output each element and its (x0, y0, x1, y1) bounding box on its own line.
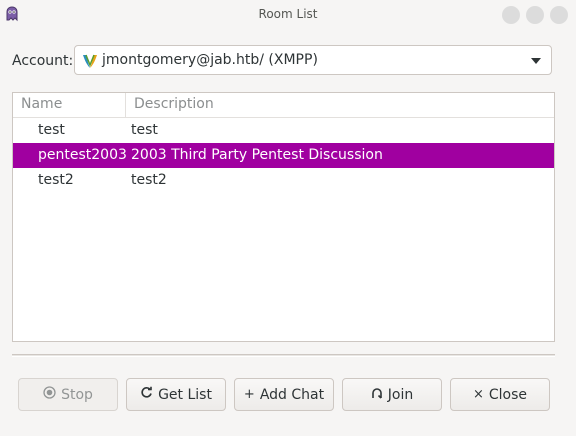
xmpp-icon (83, 54, 97, 68)
account-value: jmontgomery@jab.htb/ (XMPP) (102, 52, 318, 68)
window-close-button[interactable] (550, 6, 568, 24)
room-name: test (38, 122, 65, 138)
room-description: test (131, 122, 158, 138)
room-row[interactable]: test test (13, 118, 554, 143)
account-select[interactable]: jmontgomery@jab.htb/ (XMPP) (74, 45, 552, 75)
room-list[interactable]: Name Description test test pentest2003 2… (12, 92, 555, 342)
add-chat-button[interactable]: + Add Chat (234, 378, 334, 411)
room-description: 2003 Third Party Pentest Discussion (131, 147, 383, 163)
chevron-down-icon[interactable] (531, 58, 541, 64)
close-button[interactable]: × Close (450, 378, 550, 411)
minimize-button[interactable] (502, 6, 520, 24)
room-name: pentest2003 (38, 147, 127, 163)
maximize-button[interactable] (526, 6, 544, 24)
refresh-icon (140, 386, 153, 403)
room-row-selected[interactable]: pentest2003 2003 Third Party Pentest Dis… (13, 143, 554, 168)
stop-button[interactable]: Stop (18, 378, 118, 411)
room-row[interactable]: test2 test2 (13, 168, 554, 193)
column-header-description[interactable]: Description (126, 93, 554, 117)
room-name: test2 (38, 172, 74, 188)
join-icon (371, 387, 383, 403)
close-icon: × (472, 387, 484, 402)
column-header-name[interactable]: Name (13, 93, 126, 117)
title-bar: Room List (0, 0, 576, 30)
separator (12, 354, 555, 357)
stop-icon (43, 386, 56, 403)
list-header: Name Description (13, 93, 554, 118)
window-title: Room List (258, 7, 318, 21)
get-list-button[interactable]: Get List (126, 378, 226, 411)
plus-icon: + (243, 387, 255, 402)
room-description: test2 (131, 172, 167, 188)
join-button[interactable]: Join (342, 378, 442, 411)
account-label: Account: (12, 53, 74, 69)
